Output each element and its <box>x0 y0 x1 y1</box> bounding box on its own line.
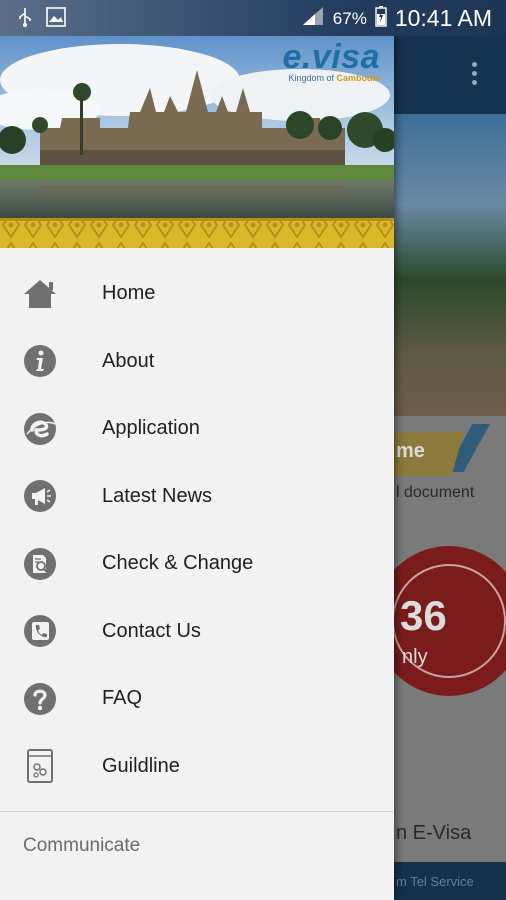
question-icon <box>22 681 58 717</box>
evisa-logo: e.visa Kingdom of Cambodia <box>282 38 380 83</box>
seal-number: 36 <box>400 592 447 639</box>
phone-icon <box>22 613 58 649</box>
footer-text: m Tel Service <box>396 874 474 889</box>
app-footer: m Tel Service <box>394 862 506 900</box>
info-icon <box>22 343 58 379</box>
menu-label: FAQ <box>102 687 143 710</box>
menu-item-guideline[interactable]: Guildline <box>0 733 394 801</box>
logo-title: e.visa <box>282 38 380 76</box>
image-icon <box>46 7 66 32</box>
menu-label: Contact Us <box>102 619 201 642</box>
menu-divider <box>0 811 394 812</box>
drawer-menu: Home About Application Latest News Check… <box>0 260 394 800</box>
status-right-icons: 67% 10:41 AM <box>301 5 492 32</box>
menu-item-about[interactable]: About <box>0 328 394 396</box>
menu-item-check-change[interactable]: Check & Change <box>0 530 394 598</box>
menu-item-latest-news[interactable]: Latest News <box>0 463 394 531</box>
document-search-icon <box>22 546 58 582</box>
menu-item-contact-us[interactable]: Contact Us <box>0 598 394 666</box>
usb-icon <box>18 7 32 32</box>
e-icon <box>22 411 58 447</box>
menu-label: Home <box>102 282 156 305</box>
signal-icon <box>301 5 325 32</box>
app-toolbar <box>394 36 506 114</box>
status-bar: 67% 10:41 AM <box>0 0 506 36</box>
menu-label: Latest News <box>102 484 213 507</box>
logo-subtitle: Kingdom of Cambodia <box>288 73 380 83</box>
evisa-text: n E-Visa <box>396 822 472 844</box>
guide-book-icon <box>22 748 58 784</box>
section-title-communicate: Communicate <box>23 835 141 856</box>
battery-percent: 67% <box>332 8 367 28</box>
menu-label: Guildline <box>102 754 180 777</box>
background-app: me l document 36 nly n E-Visa m Tel Serv… <box>374 36 506 900</box>
overflow-menu-icon[interactable] <box>472 62 478 89</box>
status-left-icons <box>18 7 66 32</box>
menu-item-application[interactable]: Application <box>0 395 394 463</box>
seal-text: nly <box>402 646 428 668</box>
navigation-drawer: e.visa Kingdom of Cambodia Home About Ap… <box>0 0 394 900</box>
menu-label: About <box>102 349 155 372</box>
menu-item-home[interactable]: Home <box>0 260 394 328</box>
menu-label: Application <box>102 417 200 440</box>
clock: 10:41 AM <box>394 5 492 31</box>
menu-item-faq[interactable]: FAQ <box>0 665 394 733</box>
app-hero-image <box>394 114 506 416</box>
home-icon <box>22 276 58 312</box>
drawer-header: e.visa Kingdom of Cambodia <box>0 0 394 248</box>
menu-label: Check & Change <box>102 552 254 575</box>
document-text: l document <box>396 484 475 501</box>
battery-icon <box>375 5 387 32</box>
banner-label: me <box>396 440 425 462</box>
megaphone-icon <box>22 478 58 514</box>
